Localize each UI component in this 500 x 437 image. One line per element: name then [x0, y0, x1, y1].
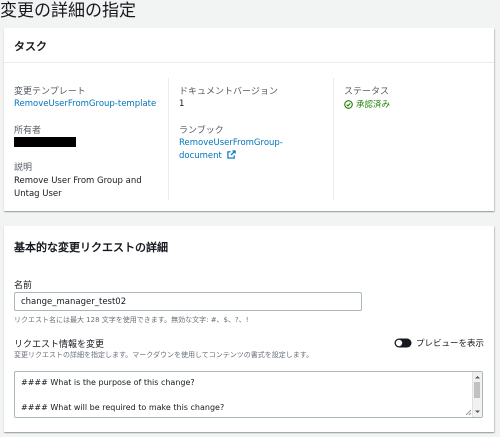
- runbook-link-line2[interactable]: document: [179, 150, 236, 163]
- check-circle-icon: [344, 99, 353, 109]
- details-card-title: 基本的な変更リクエストの詳細: [14, 241, 168, 254]
- details-card: 基本的な変更リクエストの詳細 名前 リクエスト名には最大 128 文字を使用でき…: [4, 226, 494, 432]
- status-value: 承認済み: [344, 98, 390, 110]
- preview-toggle[interactable]: プレビューを表示: [394, 337, 484, 349]
- column-divider: [168, 78, 169, 200]
- document-version-value: 1: [179, 99, 185, 109]
- task-card: タスク 変更テンプレート RemoveUserFromGroup-templat…: [4, 28, 494, 211]
- request-info-textarea[interactable]: #### What is the purpose of this change?…: [14, 371, 483, 418]
- owner-label: 所有者: [14, 126, 42, 136]
- status-label: ステータス: [344, 87, 390, 97]
- column-divider-2: [333, 78, 334, 200]
- textarea-line-1: #### What is the purpose of this change?: [21, 378, 195, 387]
- request-info-label: リクエスト情報を変更: [14, 340, 105, 350]
- details-card-header: 基本的な変更リクエストの詳細: [4, 226, 494, 264]
- task-card-title: タスク: [14, 40, 47, 53]
- description-value-line1: Remove User From Group and: [14, 176, 142, 186]
- change-template-link[interactable]: RemoveUserFromGroup-template: [14, 98, 156, 111]
- resize-handle-icon[interactable]: [464, 408, 472, 416]
- page-title: 変更の詳細の指定: [0, 1, 136, 21]
- scrollbar-thumb[interactable]: [474, 382, 480, 398]
- runbook-link-line1[interactable]: RemoveUserFromGroup-: [179, 137, 283, 150]
- name-input[interactable]: [14, 292, 362, 311]
- runbook-label: ランブック: [179, 126, 224, 136]
- scroll-up-icon[interactable]: [473, 373, 482, 381]
- toggle-switch-icon[interactable]: [394, 338, 412, 348]
- status-text: 承認済み: [356, 100, 391, 110]
- document-version-label: ドキュメントバージョン: [179, 87, 278, 97]
- name-hint: リクエスト名には最大 128 文字を使用できます。無効な文字: #、$、?、!: [14, 316, 249, 324]
- preview-toggle-label: プレビューを表示: [416, 339, 485, 349]
- task-card-header: タスク: [4, 28, 494, 63]
- owner-redacted-value: [14, 137, 76, 147]
- name-label: 名前: [14, 281, 33, 291]
- description-label: 説明: [14, 163, 33, 173]
- external-link-icon: [226, 150, 236, 159]
- runbook-link-text[interactable]: document: [179, 151, 222, 161]
- change-template-label: 変更テンプレート: [14, 87, 86, 97]
- description-value-line2: Untag User: [14, 189, 62, 199]
- textarea-line-2: #### What will be required to make this …: [21, 403, 225, 412]
- textarea-scrollbar[interactable]: [472, 372, 482, 417]
- scroll-down-icon[interactable]: [473, 408, 482, 416]
- request-info-hint: 変更リクエストの詳細を指定します。マークダウンを使用してコンテンツの書式を設定し…: [14, 351, 314, 359]
